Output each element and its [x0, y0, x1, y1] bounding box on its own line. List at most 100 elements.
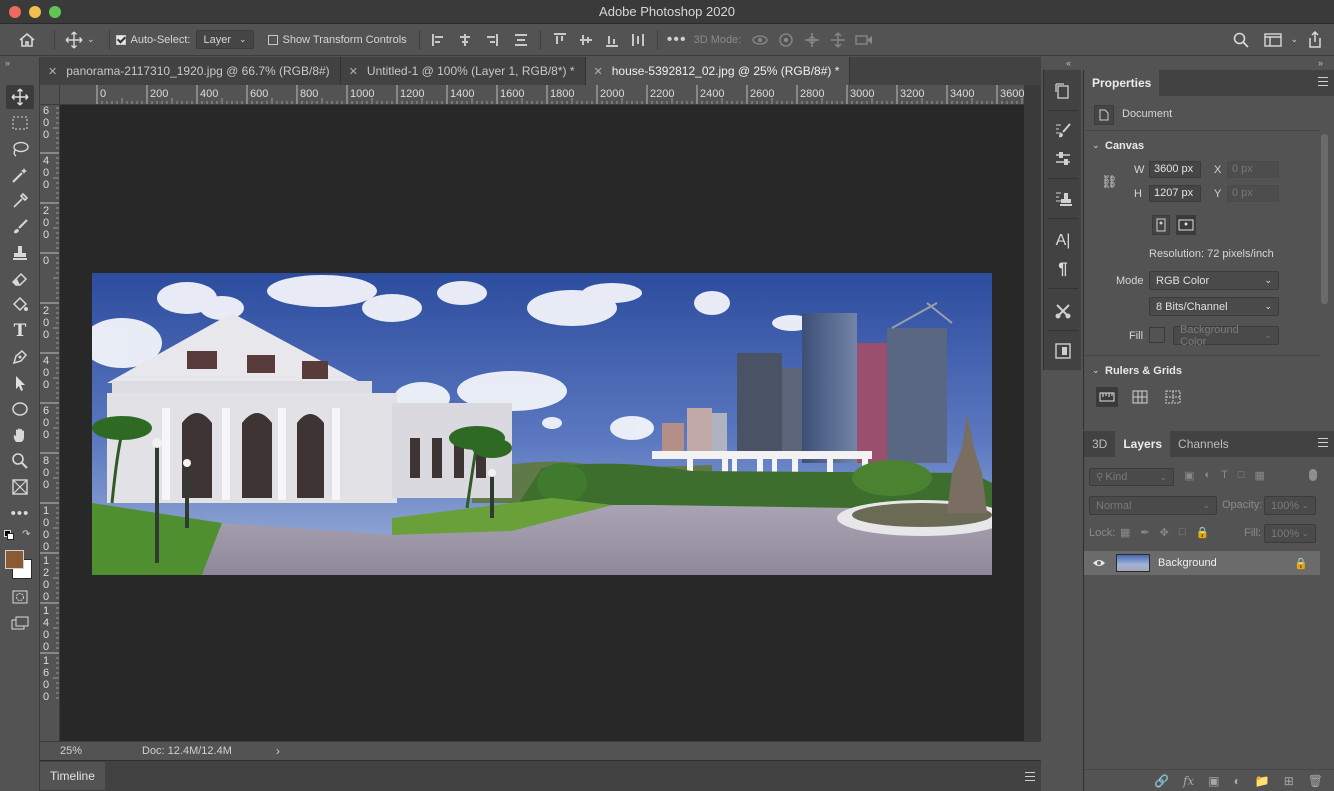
pan-3d-icon[interactable]	[799, 27, 825, 53]
foreground-color-swatch[interactable]	[5, 550, 24, 569]
share-icon[interactable]	[1302, 27, 1328, 53]
tab-layers[interactable]: Layers	[1115, 431, 1171, 457]
hand-tool-icon[interactable]	[6, 423, 34, 447]
bit-depth-dropdown[interactable]: 8 Bits/Channel ⌄	[1149, 297, 1279, 316]
auto-select-checkbox[interactable]	[115, 34, 126, 45]
ruler-origin[interactable]	[40, 85, 60, 105]
x-field[interactable]: 0 px	[1227, 161, 1279, 178]
edit-toolbar-icon[interactable]: •••	[6, 501, 34, 525]
clone-source-icon[interactable]	[1052, 188, 1074, 210]
tab-house[interactable]: ✕ house-5392812_02.jpg @ 25% (RGB/8#) *	[585, 57, 851, 85]
ruler-toggle-icon[interactable]	[1096, 387, 1118, 407]
zoom-tool-icon[interactable]	[6, 449, 34, 473]
properties-dock-icon[interactable]	[1052, 340, 1074, 362]
eyedropper-tool-icon[interactable]	[6, 189, 34, 213]
zoom-level[interactable]: 25%	[60, 745, 130, 757]
mode-dropdown[interactable]: RGB Color ⌄	[1149, 271, 1279, 290]
orbit-3d-icon[interactable]	[747, 27, 773, 53]
tab-properties[interactable]: Properties	[1084, 70, 1160, 96]
rectangular-marquee-tool-icon[interactable]	[6, 111, 34, 135]
width-field[interactable]: 3600 px	[1149, 161, 1201, 178]
fill-color-swatch[interactable]	[1149, 327, 1165, 343]
search-icon[interactable]	[1228, 27, 1254, 53]
brush-tool-icon[interactable]	[6, 215, 34, 239]
layer-filter-kind-dropdown[interactable]: ⚲ Kind ⌄	[1089, 468, 1174, 486]
portrait-orientation-icon[interactable]	[1152, 215, 1170, 235]
adjustment-filter-icon[interactable]: ◐	[1204, 469, 1211, 482]
distribute-horizontally-icon[interactable]	[625, 27, 651, 53]
eraser-tool-icon[interactable]	[6, 267, 34, 291]
new-group-icon[interactable]: 📁	[1255, 774, 1270, 788]
link-icon[interactable]: ⛓	[1101, 174, 1118, 190]
magic-wand-tool-icon[interactable]	[6, 163, 34, 187]
lock-all-icon[interactable]: 🔒	[1196, 526, 1210, 539]
lock-pixels-icon[interactable]: ✒	[1140, 526, 1149, 539]
panorama-photo[interactable]	[92, 273, 992, 575]
frame-tool-icon[interactable]	[6, 475, 34, 499]
chevron-right-icon[interactable]: ›	[276, 744, 280, 758]
align-bottom-edges-icon[interactable]	[599, 27, 625, 53]
scale-3d-icon[interactable]	[851, 27, 877, 53]
align-vertical-centers-icon[interactable]	[573, 27, 599, 53]
tab-timeline[interactable]: Timeline	[40, 762, 105, 790]
close-tab-icon[interactable]: ✕	[349, 65, 358, 78]
lock-artboard-icon[interactable]: □	[1179, 526, 1186, 539]
show-transform-checkbox[interactable]	[267, 34, 278, 45]
properties-scrollbar[interactable]	[1321, 134, 1328, 304]
close-tab-icon[interactable]: ✕	[594, 65, 603, 78]
layer-fill-field[interactable]: 100% ⌄	[1264, 524, 1316, 543]
link-layers-icon[interactable]: 🔗	[1154, 774, 1169, 788]
roll-3d-icon[interactable]	[773, 27, 799, 53]
panel-menu-icon[interactable]	[1318, 438, 1328, 450]
lock-transparent-icon[interactable]: ▦	[1120, 526, 1130, 539]
brush-settings-icon[interactable]	[1052, 120, 1074, 142]
panel-menu-icon[interactable]	[1025, 772, 1035, 784]
workspace-icon[interactable]	[1260, 27, 1286, 53]
align-right-edges-icon[interactable]	[478, 27, 504, 53]
lock-icon[interactable]: 🔒	[1294, 557, 1308, 570]
path-selection-tool-icon[interactable]	[6, 371, 34, 395]
auto-select-dropdown[interactable]: Layer ⌄	[196, 30, 254, 49]
chevron-down-icon[interactable]: ⌄	[1290, 34, 1298, 45]
smart-object-filter-icon[interactable]: ▦	[1254, 469, 1264, 482]
landscape-orientation-icon[interactable]	[1176, 215, 1196, 235]
align-top-edges-icon[interactable]	[547, 27, 573, 53]
layer-row-background[interactable]: Background 🔒	[1084, 551, 1320, 575]
expand-panel-icon[interactable]: »	[5, 58, 10, 68]
delete-layer-icon[interactable]: 🗑	[1308, 774, 1323, 788]
tool-presets-icon[interactable]	[1052, 300, 1074, 322]
paint-bucket-tool-icon[interactable]	[6, 293, 34, 317]
distribute-vertically-icon[interactable]	[508, 27, 534, 53]
eye-icon[interactable]	[1084, 558, 1114, 568]
blend-mode-dropdown[interactable]: Normal ⌄	[1089, 496, 1217, 515]
filter-toggle-switch[interactable]	[1309, 469, 1317, 481]
grid-toggle-icon[interactable]	[1129, 387, 1151, 407]
document-canvas[interactable]	[60, 105, 1024, 741]
home-icon[interactable]	[14, 27, 40, 53]
chevron-down-icon[interactable]: ⌄	[1092, 365, 1100, 376]
guides-toggle-icon[interactable]	[1162, 387, 1184, 407]
collapse-dock-icon[interactable]: «	[1066, 58, 1071, 68]
type-filter-icon[interactable]: T	[1221, 469, 1228, 482]
default-colors-icon[interactable]	[4, 530, 18, 542]
fx-icon[interactable]: fx	[1183, 774, 1194, 788]
quick-mask-icon[interactable]	[6, 585, 34, 609]
paragraph-icon[interactable]: ¶	[1052, 258, 1074, 280]
horizontal-ruler[interactable]: 0 200 400 600 800 1000 1200 1400 1600 1800 2000 220…	[60, 85, 1024, 105]
align-horizontal-centers-icon[interactable]	[452, 27, 478, 53]
minimize-window-button[interactable]	[29, 6, 41, 18]
tab-untitled-1[interactable]: ✕ Untitled-1 @ 100% (Layer 1, RGB/8*) *	[340, 57, 586, 85]
maximize-window-button[interactable]	[49, 6, 61, 18]
lasso-tool-icon[interactable]	[6, 137, 34, 161]
type-tool-icon[interactable]: T	[6, 319, 34, 343]
shape-filter-icon[interactable]: □	[1238, 469, 1245, 482]
tab-3d[interactable]: 3D	[1084, 431, 1115, 457]
pixel-filter-icon[interactable]: ▣	[1184, 469, 1194, 482]
close-window-button[interactable]	[9, 6, 21, 18]
history-icon[interactable]	[1052, 80, 1074, 102]
move-tool-icon[interactable]	[6, 85, 34, 109]
vertical-scrollbar[interactable]	[1024, 85, 1041, 741]
ellipse-tool-icon[interactable]	[6, 397, 34, 421]
adjustments-sliders-icon[interactable]	[1052, 148, 1074, 170]
chevron-down-icon[interactable]: ⌄	[87, 34, 95, 45]
